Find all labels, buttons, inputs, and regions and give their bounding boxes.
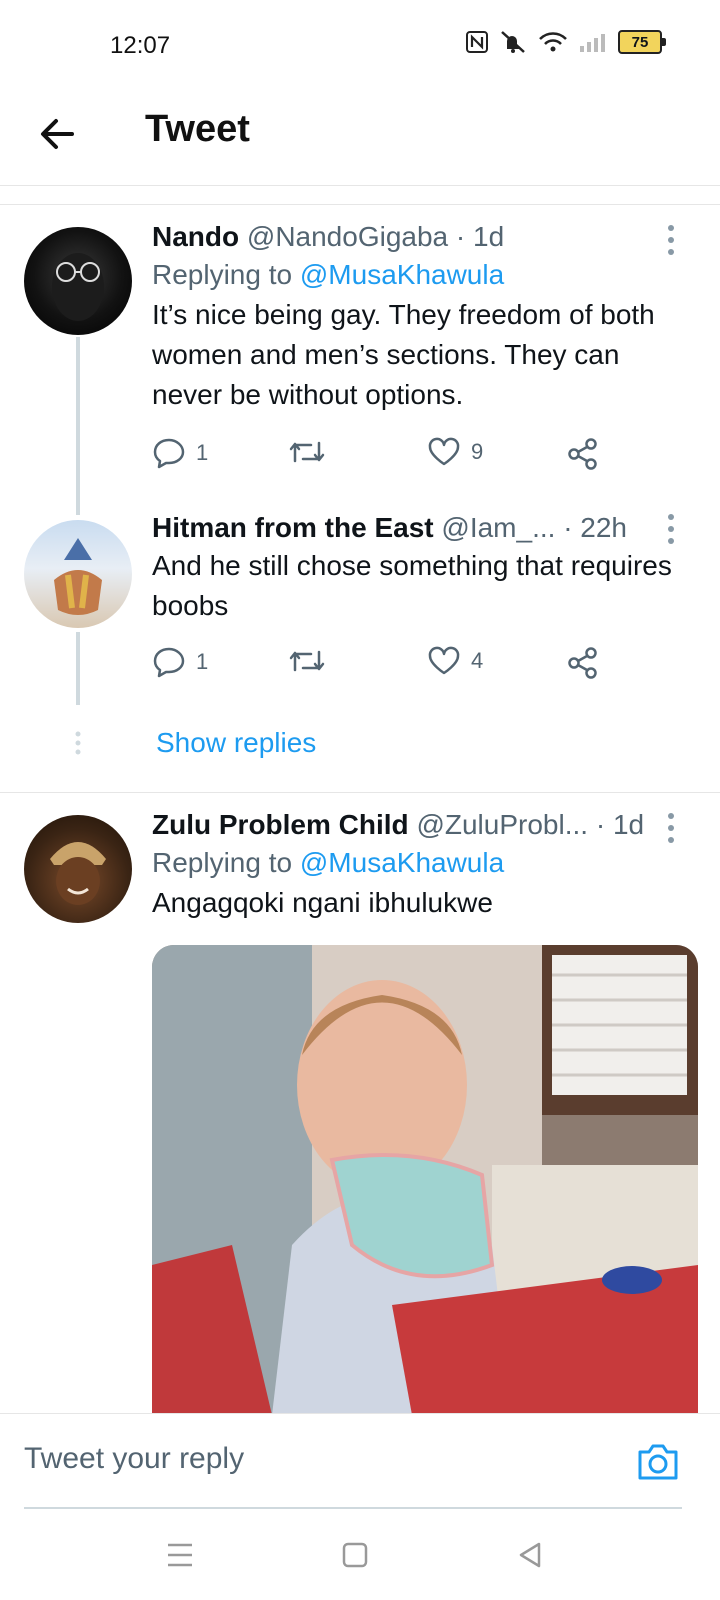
author-name[interactable]: Zulu Problem Child bbox=[152, 809, 409, 840]
thread-dots-icon bbox=[75, 731, 81, 755]
author-handle[interactable]: @Iam_... bbox=[441, 512, 555, 543]
reply-bubble-icon bbox=[153, 647, 185, 678]
tweet-media-image[interactable] bbox=[152, 945, 698, 1415]
heart-icon bbox=[428, 437, 460, 466]
top-app-bar: Tweet bbox=[0, 90, 720, 186]
tweet-meta: Hitman from the East @Iam_... · 22h bbox=[152, 510, 690, 546]
menu-icon[interactable] bbox=[165, 1540, 195, 1570]
retweet-icon bbox=[289, 650, 325, 672]
share-icon bbox=[568, 647, 597, 679]
tweet-time: · 1d bbox=[455, 221, 505, 252]
status-bar: 12:07 75 bbox=[0, 0, 720, 90]
reply-button[interactable]: 1 bbox=[152, 646, 208, 678]
avatar[interactable] bbox=[24, 815, 132, 923]
tweet-actions: 1 4 bbox=[152, 646, 622, 686]
tweet-text: Angagqoki ngani ibhulukwe bbox=[152, 887, 493, 918]
reply-composer: Tweet your reply bbox=[0, 1413, 720, 1509]
share-icon bbox=[568, 438, 597, 470]
more-vertical-icon[interactable] bbox=[666, 811, 676, 845]
author-name[interactable]: Hitman from the East bbox=[152, 512, 434, 543]
tweet-item[interactable]: Nando @NandoGigaba · 1d Replying to @Mus… bbox=[0, 205, 720, 520]
tweet-meta: Nando @NandoGigaba · 1d bbox=[152, 219, 690, 255]
like-button[interactable]: 9 bbox=[427, 437, 483, 467]
thread-line bbox=[76, 337, 80, 515]
tweet-text: And he still chose something that requir… bbox=[152, 550, 672, 621]
reply-input-underline bbox=[24, 1507, 682, 1509]
more-vertical-icon[interactable] bbox=[666, 223, 676, 257]
share-button[interactable] bbox=[566, 646, 600, 680]
camera-icon[interactable] bbox=[636, 1442, 680, 1482]
tweet-item[interactable]: Hitman from the East @Iam_... · 22h And … bbox=[0, 512, 720, 790]
tweet-actions: 1 9 bbox=[152, 437, 622, 477]
mention-link[interactable]: @MusaKhawula bbox=[300, 259, 504, 290]
replying-to-label: Replying to bbox=[152, 259, 293, 290]
like-count: 9 bbox=[471, 439, 484, 464]
reply-count: 1 bbox=[196, 440, 209, 465]
home-icon[interactable] bbox=[340, 1540, 370, 1570]
author-handle[interactable]: @NandoGigaba bbox=[247, 221, 448, 252]
replying-to-label: Replying to bbox=[152, 847, 293, 878]
avatar-portrait bbox=[52, 253, 104, 321]
signal-icon bbox=[580, 34, 605, 52]
battery-indicator: 75 bbox=[618, 30, 666, 54]
section-divider bbox=[0, 186, 720, 205]
author-handle[interactable]: @ZuluProbl... bbox=[416, 809, 588, 840]
replying-to: Replying to @MusaKhawula bbox=[152, 255, 690, 295]
status-icons: 75 bbox=[466, 30, 666, 54]
tweet-meta: Zulu Problem Child @ZuluProbl... · 1d bbox=[152, 807, 690, 843]
mute-icon bbox=[501, 31, 525, 53]
thread-line bbox=[76, 632, 80, 705]
mention-link[interactable]: @MusaKhawula bbox=[300, 847, 504, 878]
heart-icon bbox=[428, 646, 460, 675]
arrow-left-icon[interactable] bbox=[36, 112, 80, 156]
more-vertical-icon[interactable] bbox=[666, 512, 676, 546]
reply-bubble-icon bbox=[153, 438, 185, 469]
share-button[interactable] bbox=[566, 437, 600, 471]
avatar-portrait bbox=[54, 538, 102, 615]
tweet-time: · 1d bbox=[595, 809, 645, 840]
wifi-icon bbox=[539, 32, 567, 52]
reply-count: 1 bbox=[196, 649, 209, 674]
replying-to: Replying to @MusaKhawula bbox=[152, 843, 690, 883]
avatar[interactable] bbox=[24, 227, 132, 335]
status-time: 12:07 bbox=[110, 32, 171, 59]
show-replies-link[interactable]: Show replies bbox=[156, 727, 316, 759]
tweet-time: · 22h bbox=[563, 512, 628, 543]
avatar[interactable] bbox=[24, 520, 132, 628]
reply-button[interactable]: 1 bbox=[152, 437, 208, 469]
tweet-text: It’s nice being gay. They freedom of bot… bbox=[152, 299, 655, 410]
like-button[interactable]: 4 bbox=[427, 646, 483, 676]
reply-input[interactable]: Tweet your reply bbox=[24, 1442, 244, 1476]
page-title: Tweet bbox=[145, 108, 250, 150]
nfc-icon bbox=[466, 31, 488, 53]
retweet-button[interactable] bbox=[287, 437, 327, 467]
avatar-portrait bbox=[50, 842, 106, 905]
back-triangle-icon[interactable] bbox=[515, 1540, 545, 1570]
retweet-button[interactable] bbox=[287, 646, 327, 676]
author-name[interactable]: Nando bbox=[152, 221, 239, 252]
toddler-photo bbox=[152, 945, 698, 1415]
like-count: 4 bbox=[471, 648, 484, 673]
system-nav-bar bbox=[0, 1510, 720, 1600]
retweet-icon bbox=[289, 441, 325, 463]
